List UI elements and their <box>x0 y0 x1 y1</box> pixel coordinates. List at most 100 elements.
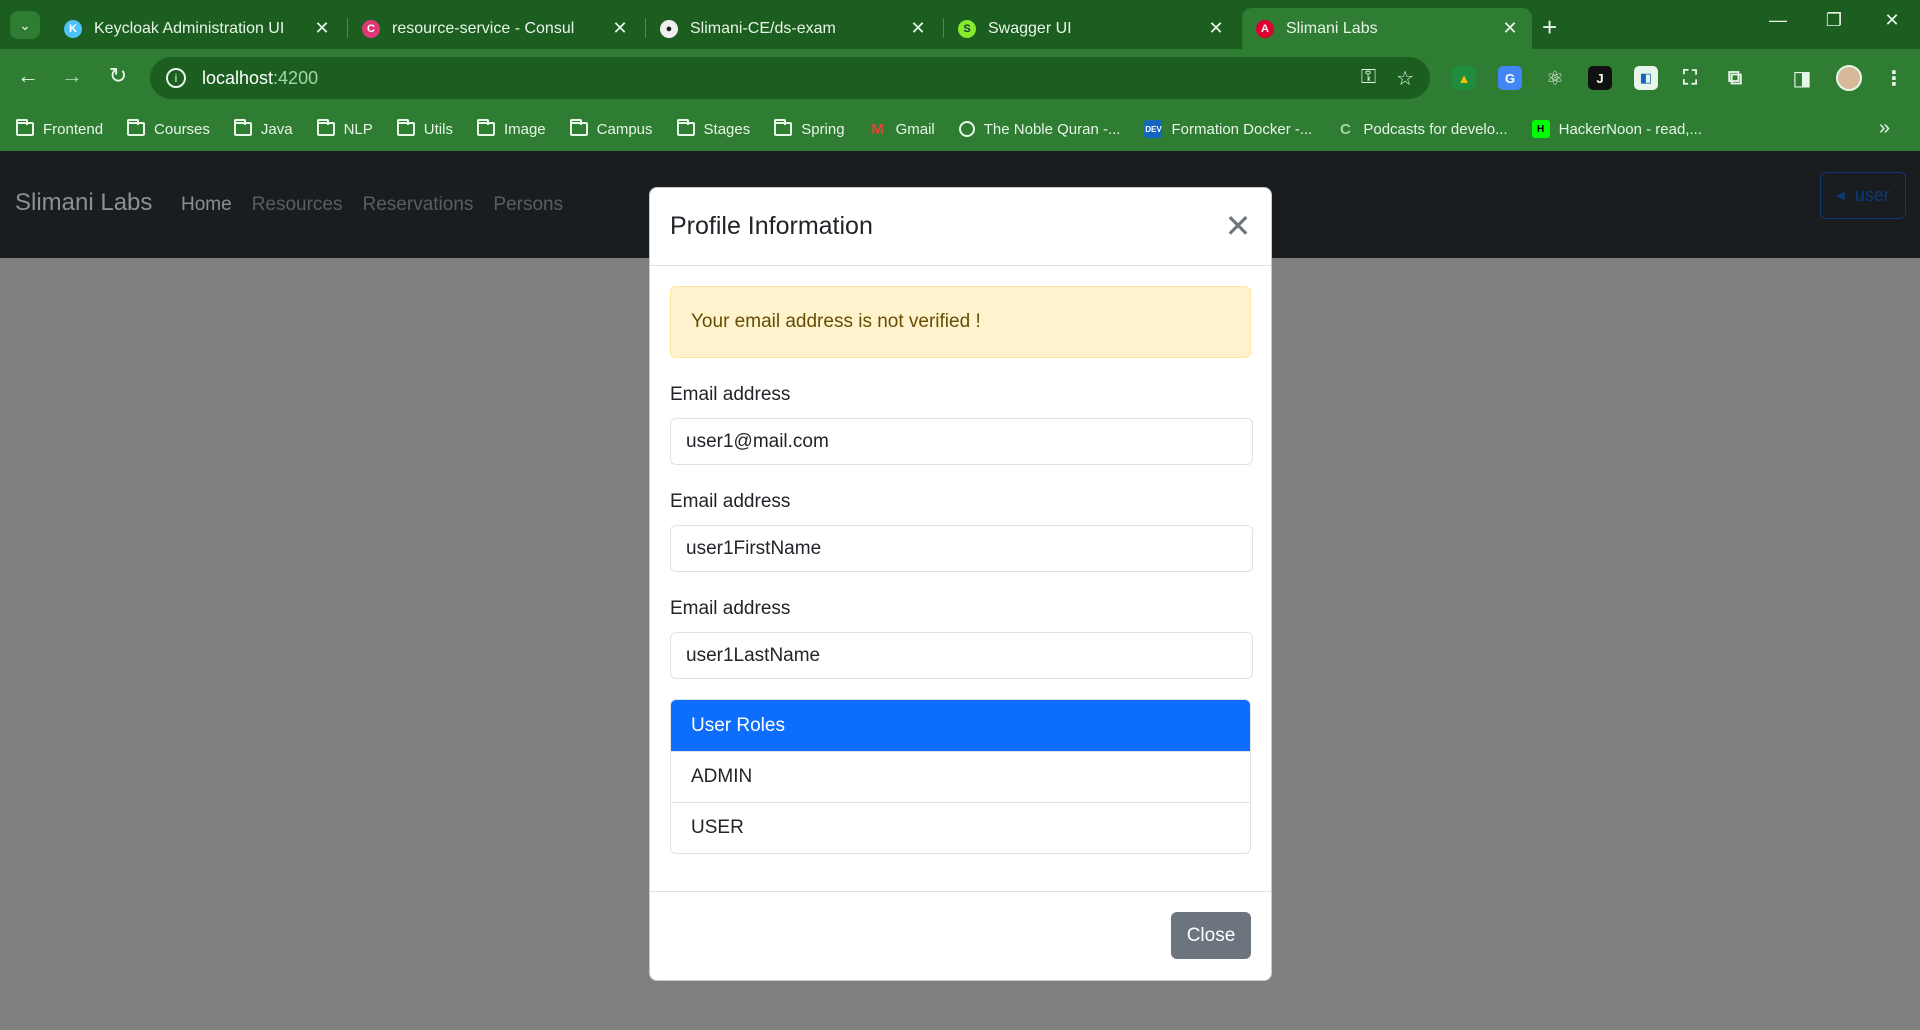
bookmark-stages[interactable]: Stages <box>676 119 751 138</box>
folder-icon <box>127 119 146 136</box>
screenshot-crop-icon[interactable]: ⛶ <box>1678 66 1702 90</box>
bookmark-noble-quran[interactable]: The Noble Quran -... <box>958 120 1121 138</box>
new-tab-button[interactable]: + <box>1542 12 1557 43</box>
tab-title: Slimani Labs <box>1286 19 1378 37</box>
tab-slimani-labs[interactable]: A Slimani Labs ✕ <box>1242 8 1532 49</box>
email-field-label: Email address <box>670 384 791 405</box>
address-bar[interactable]: i localhost:4200 ⚿ ☆ <box>150 57 1430 99</box>
nav-home[interactable]: Home <box>181 194 232 216</box>
github-icon: ● <box>660 19 678 38</box>
key-icon[interactable]: ⚿ <box>1361 66 1376 91</box>
bookmark-hackernoon[interactable]: H HackerNoon - read,... <box>1531 120 1702 138</box>
role-item-admin: ADMIN <box>671 751 1250 802</box>
folder-icon <box>233 119 252 136</box>
bookmark-java[interactable]: Java <box>233 119 293 138</box>
bookmark-formation-docker[interactable]: DEV Formation Docker -... <box>1144 120 1312 138</box>
close-tab-icon[interactable]: ✕ <box>1206 18 1226 39</box>
close-window-icon[interactable]: ✕ <box>1872 10 1912 31</box>
browser-tab-strip: ⌄ K Keycloak Administration UI ✕ C resou… <box>0 0 1920 49</box>
restore-icon[interactable]: ❐ <box>1814 10 1854 31</box>
bookmark-star-icon[interactable]: ☆ <box>1396 66 1414 91</box>
first-name-field-label: Email address <box>670 491 791 512</box>
site-info-icon[interactable]: i <box>166 68 186 88</box>
email-field[interactable] <box>670 418 1253 465</box>
google-drive-icon[interactable]: ▲ <box>1452 66 1476 90</box>
jetbrains-icon[interactable]: J <box>1588 66 1612 90</box>
folder-icon <box>569 119 588 136</box>
close-tab-icon[interactable]: ✕ <box>908 18 928 39</box>
modal-footer: Close <box>650 891 1271 980</box>
swagger-icon: S <box>958 19 976 38</box>
bookmark-label: Stages <box>703 120 751 138</box>
folder-icon <box>396 119 415 136</box>
last-name-field[interactable] <box>670 632 1253 679</box>
more-bookmarks-icon[interactable]: » <box>1879 117 1890 140</box>
dev-icon: DEV <box>1144 120 1163 138</box>
tab-title: resource-service - Consul <box>392 19 575 37</box>
extensions-puzzle-icon[interactable]: ⧉ <box>1723 66 1747 90</box>
modal-title: Profile Information <box>670 212 873 240</box>
google-translate-icon[interactable]: G <box>1498 66 1522 90</box>
tab-title: Swagger UI <box>988 19 1072 37</box>
bookmark-utils[interactable]: Utils <box>396 119 453 138</box>
address-host: localhost <box>202 67 274 88</box>
bookmark-frontend[interactable]: Frontend <box>16 119 103 138</box>
modal-body: Your email address is not verified ! Ema… <box>650 266 1271 874</box>
user-dropdown-button[interactable]: ◀ user <box>1820 172 1906 219</box>
alert-text: Your email address is not verified ! <box>691 311 981 332</box>
brand-logo[interactable]: Slimani Labs <box>15 189 152 217</box>
profile-modal: Profile Information ✕ Your email address… <box>649 187 1272 981</box>
bookmark-label: NLP <box>343 120 373 138</box>
address-port: :4200 <box>273 67 319 88</box>
close-button[interactable]: Close <box>1171 912 1251 959</box>
back-arrow-icon[interactable]: ← <box>13 63 43 89</box>
tab-title: Slimani-CE/ds-exam <box>690 19 836 37</box>
consul-icon: C <box>362 19 380 38</box>
nav-resources[interactable]: Resources <box>252 194 343 216</box>
minimize-icon[interactable]: — <box>1758 10 1798 31</box>
close-tab-icon[interactable]: ✕ <box>1500 18 1520 39</box>
forward-arrow-icon[interactable]: → <box>57 63 87 89</box>
first-name-field[interactable] <box>670 525 1253 572</box>
bookmark-label: Spring <box>801 120 845 138</box>
bookmarks-bar: Frontend Courses Java NLP Utils Image Ca… <box>0 107 1920 151</box>
bookmark-courses[interactable]: Courses <box>127 119 210 138</box>
bookmark-label: Java <box>260 120 293 138</box>
nav-persons[interactable]: Persons <box>493 194 563 216</box>
side-panel-icon[interactable]: ◨ <box>1790 66 1814 90</box>
last-name-field-label: Email address <box>670 598 791 619</box>
tab-keycloak[interactable]: K Keycloak Administration UI ✕ <box>50 8 344 49</box>
kebab-menu-icon[interactable]: ⋮ <box>1882 66 1906 90</box>
user-button-label: user <box>1854 185 1890 205</box>
bookmark-spring[interactable]: Spring <box>774 119 845 138</box>
react-devtools-icon[interactable]: ⚛ <box>1543 66 1567 90</box>
tab-github[interactable]: ● Slimani-CE/ds-exam ✕ <box>646 8 940 49</box>
bookmark-label: Campus <box>596 120 653 138</box>
modal-header: Profile Information ✕ <box>650 188 1271 266</box>
bookmark-image[interactable]: Image <box>476 119 546 138</box>
bookmark-nlp[interactable]: NLP <box>316 119 373 138</box>
tab-swagger[interactable]: S Swagger UI ✕ <box>944 8 1238 49</box>
close-tab-icon[interactable]: ✕ <box>610 18 630 39</box>
caret-left-icon: ◀ <box>1836 190 1845 202</box>
close-icon[interactable]: ✕ <box>1223 210 1253 242</box>
bookmark-label: The Noble Quran -... <box>983 120 1121 138</box>
bookmark-label: Utils <box>423 120 453 138</box>
podcast-icon: C <box>1339 120 1351 138</box>
reload-icon[interactable]: ↻ <box>103 63 133 89</box>
bookmark-podcasts[interactable]: C Podcasts for develo... <box>1336 120 1508 138</box>
nav-reservations[interactable]: Reservations <box>363 194 474 216</box>
quran-icon <box>958 121 975 137</box>
email-not-verified-alert: Your email address is not verified ! <box>670 286 1251 358</box>
bookmark-gmail[interactable]: M Gmail <box>869 120 934 138</box>
folder-icon <box>316 119 335 136</box>
folder-icon <box>476 119 495 136</box>
user-roles-list: User Roles ADMIN USER <box>670 699 1251 854</box>
bookmark-campus[interactable]: Campus <box>569 119 653 138</box>
tab-consul[interactable]: C resource-service - Consul ✕ <box>348 8 642 49</box>
screen-capture-icon[interactable]: ◧ <box>1634 66 1658 90</box>
close-tab-icon[interactable]: ✕ <box>312 18 332 39</box>
gmail-icon: M <box>871 120 884 138</box>
tab-search-chevron-icon[interactable]: ⌄ <box>10 11 40 39</box>
profile-avatar[interactable] <box>1836 65 1862 91</box>
